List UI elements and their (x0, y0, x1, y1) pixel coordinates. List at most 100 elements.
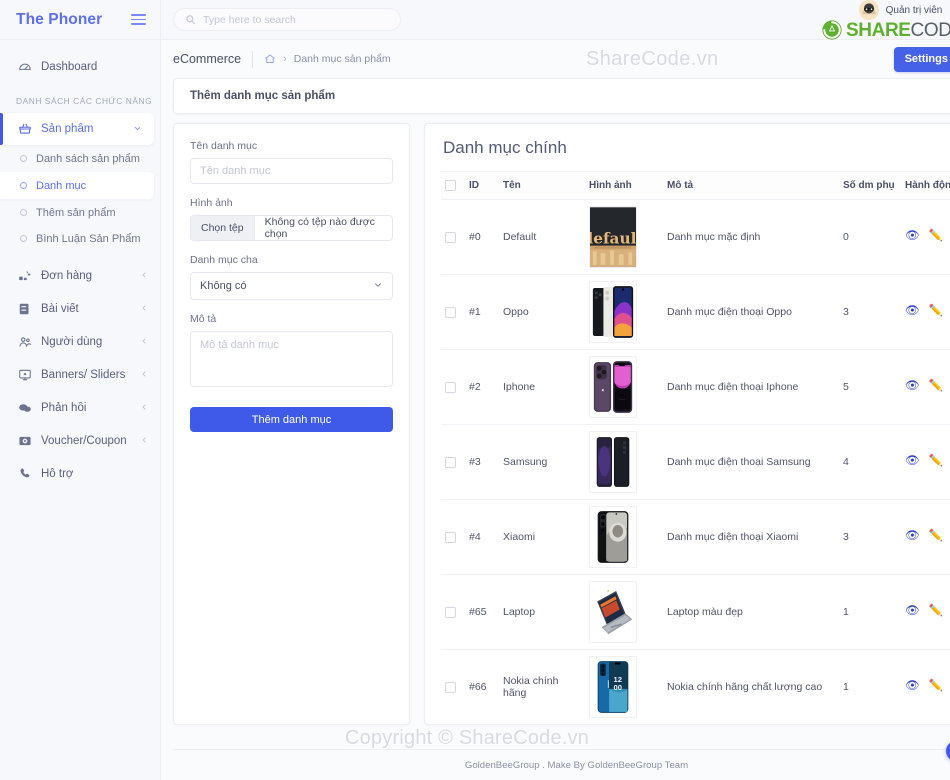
cell-id: #3 (465, 425, 499, 500)
arrow-up-icon[interactable] (946, 741, 950, 761)
cell-name: Default (499, 200, 585, 275)
main-area: Quản trị viên SHARECODE.vn eCommerce › (161, 0, 950, 780)
sidebar-item-label: Người dùng (41, 336, 131, 348)
article-icon (17, 301, 32, 316)
cell-image (585, 575, 663, 650)
home-icon[interactable] (264, 53, 276, 65)
add-category-card-title: Thêm danh mục sản phẩm (174, 79, 950, 113)
oppo-phone-thumbnail (589, 281, 637, 343)
view-icon[interactable]: 👁 (905, 606, 920, 618)
sidebar-subitem-product-list[interactable]: Danh sách sản phẩm (0, 146, 160, 171)
cell-image (585, 425, 663, 500)
sidebar-item-feedback[interactable]: Phản hồi (0, 391, 160, 424)
breadcrumb-current: Danh mục sản phẩm (294, 53, 391, 65)
header-actions: Hành động (901, 172, 950, 200)
row-checkbox[interactable] (445, 682, 456, 693)
row-actions: 👁✏️🗑 (905, 381, 950, 393)
view-icon[interactable]: 👁 (905, 381, 920, 393)
category-table-scroll[interactable]: ID Tên Hình ảnh Mô tả Số dm phụ Hành độn… (425, 171, 950, 724)
basket-icon (17, 122, 32, 137)
header-sub-count[interactable]: Số dm phụ (839, 172, 901, 200)
add-category-card: Thêm danh mục sản phẩm (173, 78, 950, 114)
add-category-form: Tên danh mục Hình ảnh Chọn tệp Không có … (173, 123, 410, 725)
sidebar-item-users[interactable]: Người dùng (0, 325, 160, 358)
row-checkbox[interactable] (445, 382, 456, 393)
edit-icon[interactable]: ✏️ (929, 381, 943, 393)
row-checkbox[interactable] (445, 307, 456, 318)
search-input[interactable] (203, 14, 389, 26)
sidebar-item-label: Hỗ trợ (41, 468, 148, 480)
search-box[interactable] (173, 8, 401, 31)
sidebar-subitem-label: Danh sách sản phẩm (36, 153, 140, 165)
sidebar-subitem-add-product[interactable]: Thêm sản phẩm (0, 200, 160, 225)
view-icon[interactable]: 👁 (905, 681, 920, 693)
breadcrumb-root[interactable]: eCommerce (173, 52, 241, 66)
sidebar-item-articles[interactable]: Bài viết (0, 292, 160, 325)
sidebar-nav-lower: Đơn hàng Bài viết Người dùng (0, 259, 160, 490)
header-id[interactable]: ID (465, 172, 499, 200)
cell-actions: 👁✏️🗑 (901, 200, 950, 275)
select-all-checkbox[interactable] (445, 180, 456, 191)
row-actions: 👁✏️🗑 (905, 231, 950, 243)
chevron-left-icon (140, 403, 148, 413)
header-name[interactable]: Tên (499, 172, 585, 200)
edit-icon[interactable]: ✏️ (929, 306, 943, 318)
edit-icon[interactable]: ✏️ (929, 231, 943, 243)
cell-id: #0 (465, 200, 499, 275)
sidebar-item-banners[interactable]: Banners/ Sliders (0, 358, 160, 391)
table-row: #0DefaultdefaultDanh mục mặc định0👁✏️🗑 (441, 200, 950, 275)
file-picker[interactable]: Chọn tệp Không có tệp nào được chọn (190, 215, 393, 241)
cell-sub-count: 1 (839, 650, 901, 725)
view-icon[interactable]: 👁 (905, 306, 920, 318)
row-checkbox[interactable] (445, 607, 456, 618)
settings-button[interactable]: Settings (894, 47, 950, 72)
cell-name: Samsung (499, 425, 585, 500)
cell-description: Danh mục điện thoại Samsung (663, 425, 839, 500)
view-icon[interactable]: 👁 (905, 231, 920, 243)
view-icon[interactable]: 👁 (905, 531, 920, 543)
edit-icon[interactable]: ✏️ (929, 681, 943, 693)
category-name-input[interactable] (190, 158, 393, 184)
edit-icon[interactable]: ✏️ (929, 456, 943, 468)
row-actions: 👁✏️🗑 (905, 456, 950, 468)
phone-icon (17, 466, 32, 481)
avatar[interactable] (859, 0, 879, 20)
cell-id: #65 (465, 575, 499, 650)
parent-category-select[interactable]: Không có (190, 272, 393, 300)
edit-icon[interactable]: ✏️ (929, 531, 943, 543)
header-image[interactable]: Hình ảnh (585, 172, 663, 200)
table-row: #3SamsungDanh mục điện thoại Samsung4👁✏️… (441, 425, 950, 500)
table-row: #66Nokia chính hãng1200Nokia chính hãng … (441, 650, 950, 725)
sidebar-subitem-categories[interactable]: Danh mục (0, 172, 154, 199)
choose-file-button[interactable]: Chọn tệp (191, 216, 255, 240)
topbar: Quản trị viên SHARECODE.vn (161, 0, 950, 40)
sidebar-item-dashboard[interactable]: Dashboard (0, 52, 160, 82)
cell-select (441, 650, 465, 725)
row-checkbox[interactable] (445, 232, 456, 243)
hamburger-icon[interactable] (131, 14, 146, 25)
sidebar-item-support[interactable]: Hỗ trợ (0, 457, 160, 490)
header-description[interactable]: Mô tả (663, 172, 839, 200)
description-textarea[interactable] (190, 331, 393, 387)
sidebar-subitem-product-comments[interactable]: Bình Luận Sản Phẩm (0, 226, 160, 251)
sidebar-item-voucher[interactable]: Voucher/Coupon (0, 424, 160, 457)
description-label: Mô tả (190, 313, 393, 325)
cell-actions: 👁✏️🗑 (901, 425, 950, 500)
cell-select (441, 500, 465, 575)
row-checkbox[interactable] (445, 532, 456, 543)
sidebar-nav-top: Dashboard (0, 40, 160, 84)
view-icon[interactable]: 👁 (905, 456, 920, 468)
header-select-all (441, 172, 465, 200)
monitor-icon (17, 367, 32, 382)
sidebar-item-products[interactable]: Sản phẩm (0, 113, 154, 145)
table-row: #1OppoDanh mục điện thoại Oppo3👁✏️🗑 (441, 275, 950, 350)
row-checkbox[interactable] (445, 457, 456, 468)
cell-id: #1 (465, 275, 499, 350)
add-category-submit-button[interactable]: Thêm danh mục (190, 407, 393, 432)
cell-description: Laptop màu đẹp (663, 575, 839, 650)
sidebar-item-orders[interactable]: Đơn hàng (0, 259, 160, 292)
bullet-icon (20, 209, 27, 216)
bullet-icon (20, 182, 27, 189)
edit-icon[interactable]: ✏️ (929, 606, 943, 618)
parent-category-label: Danh mục cha (190, 254, 393, 266)
